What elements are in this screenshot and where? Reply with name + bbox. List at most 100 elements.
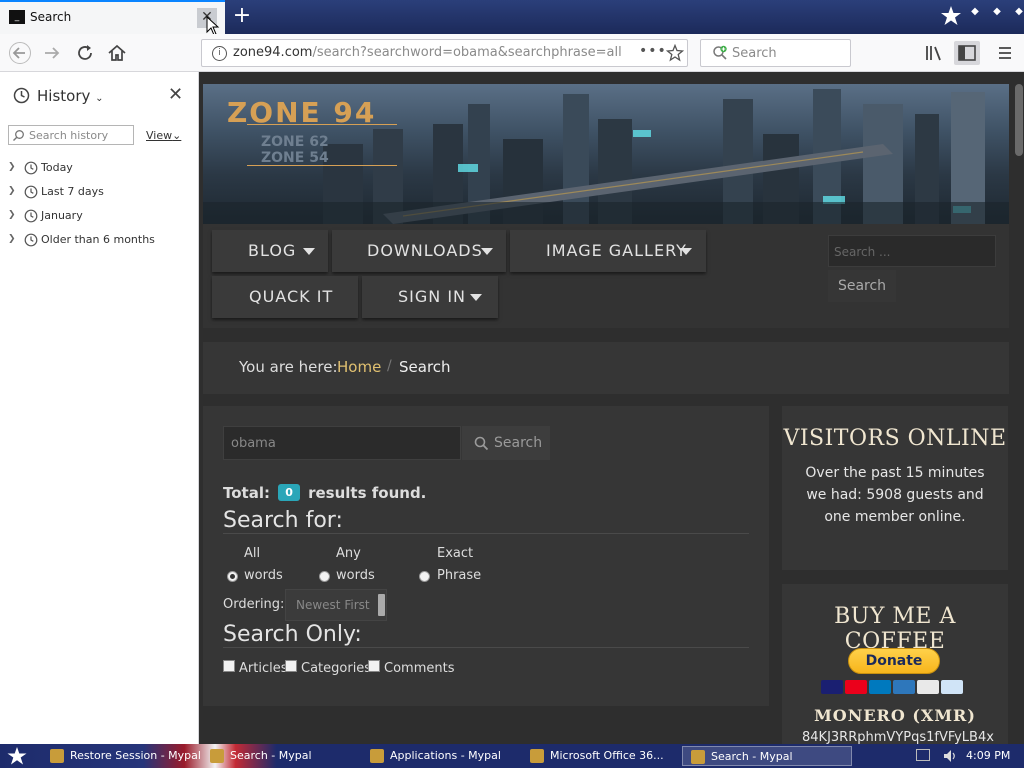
terminal-icon: _ [9,10,25,24]
start-star-icon[interactable] [6,746,28,766]
search-only-heading: Search Only: [223,622,362,647]
site-search-button[interactable]: Search [828,270,896,302]
library-icon[interactable] [924,44,944,62]
search-button[interactable]: Search [462,426,550,460]
search-history-input[interactable]: Search history [8,125,134,145]
ordering-select[interactable]: Newest First [285,589,387,621]
mypal-icon [370,749,384,763]
speaker-icon[interactable] [942,748,958,764]
hamburger-menu-icon[interactable] [996,44,1014,62]
sidebar-header[interactable]: History ⌄ ✕ [0,72,198,118]
close-window-icon[interactable]: ◆ [1012,5,1024,19]
caret-down-icon [680,248,692,255]
menu-item-sign-in[interactable]: SIGN IN [362,276,498,318]
minimize-icon[interactable]: ◆ [968,5,982,19]
history-group-today[interactable]: ❯ Today [8,158,188,178]
keyboard-icon[interactable] [916,749,930,761]
menu-item-quack-it[interactable]: QUACK IT [212,276,358,318]
breadcrumb-label: You are here: [239,358,338,376]
taskbar-clock[interactable]: 4:09 PM [966,749,1010,762]
browser-search-box[interactable]: Search [700,39,851,67]
bookmark-star-icon[interactable] [666,44,684,62]
mypal-icon [530,749,544,763]
checkbox[interactable] [223,660,235,672]
home-icon[interactable] [105,42,129,64]
chevron-right-icon[interactable]: ❯ [8,162,16,172]
search-button-label: Search [494,435,543,451]
tab-strip: _ Search ✕ + ◆ ◆ ◆ [0,0,1024,36]
back-arrow-icon[interactable] [8,42,32,64]
visitors-title: VISITORS ONLINE [783,426,1007,451]
sidebar-title[interactable]: History ⌄ [37,87,104,105]
radio-button[interactable] [419,571,430,582]
mouse-cursor-icon [206,16,220,36]
history-group-label: Today [41,161,73,174]
caret-down-icon [481,248,493,255]
breadcrumb-home-link[interactable]: Home [337,358,381,376]
logo-subtitle: ZONE 62 [261,134,329,150]
url-bar[interactable]: i zone94.com/search?searchword=obama&sea… [201,39,688,67]
select-handle[interactable] [378,594,385,616]
url-text[interactable]: zone94.com/search?searchword=obama&searc… [233,45,622,60]
page-actions-icon[interactable]: ••• [639,43,667,59]
divider [223,533,749,534]
visitors-text: Over the past 15 minutes we had: 5908 gu… [805,465,985,525]
radio-any-words[interactable]: Any words [319,546,399,586]
search-query-value: obama [231,436,276,451]
visa-icon [821,680,843,694]
donate-button[interactable]: Donate [848,648,940,674]
caret-down-icon [470,294,482,301]
chevron-right-icon[interactable]: ❯ [8,234,16,244]
monero-address[interactable]: 84KJ3RRphmVYPqs1fVFyLB4x [802,730,994,744]
checkbox-categories[interactable]: Categories [285,660,371,676]
coffee-title: BUY ME A COFFEE [834,604,956,654]
search-icon [713,45,727,60]
radio-button[interactable] [319,571,330,582]
taskbar-item[interactable]: Search - Mypal [210,746,360,766]
info-icon[interactable]: i [212,46,227,61]
tab-search[interactable]: _ Search ✕ [0,0,225,34]
site-logo[interactable]: ZONE 94 [227,96,376,129]
taskbar: Restore Session - Mypal Search - Mypal A… [0,744,1024,768]
mypal-icon [210,749,224,763]
checkbox-articles[interactable]: Articles [223,660,287,676]
radio-exact-phrase[interactable]: Exact Phrase [419,546,499,586]
history-group-last-7-days[interactable]: ❯ Last 7 days [8,182,188,202]
chevron-down-icon: ⌄ [95,93,104,104]
maximize-icon[interactable]: ◆ [990,5,1004,19]
window-controls: ◆ ◆ ◆ [968,5,1024,19]
sidebar-toggle-button[interactable] [954,41,980,65]
maestro-icon [869,680,891,694]
forward-arrow-icon[interactable] [40,42,64,64]
chevron-right-icon[interactable]: ❯ [8,210,16,220]
checkbox[interactable] [368,660,380,672]
new-tab-button[interactable]: + [231,4,253,28]
radio-button[interactable] [227,571,238,582]
site-banner[interactable]: ZONE 94 ZONE 62 ZONE 54 [203,84,1009,224]
site-search-input[interactable]: Search ... [828,235,996,267]
mastercard-icon [845,680,867,694]
menu-item-image-gallery[interactable]: IMAGE GALLERY [510,230,706,272]
scrollbar-thumb[interactable] [1015,84,1023,156]
taskbar-item[interactable]: Microsoft Office 36... [530,746,676,766]
close-icon[interactable]: ✕ [168,84,183,105]
search-query-input[interactable]: obama [223,426,461,460]
search-panel: obama Search Total: 0 results found. Sea… [203,406,769,706]
view-dropdown[interactable]: View⌄ [146,129,181,142]
page-scrollbar[interactable] [1012,72,1024,744]
caret-down-icon [303,248,315,255]
history-group-older[interactable]: ❯ Older than 6 months [8,230,188,250]
menu-item-downloads[interactable]: DOWNLOADS [332,230,506,272]
chevron-right-icon[interactable]: ❯ [8,186,16,196]
taskbar-item[interactable]: Restore Session - Mypal [50,746,201,766]
checkbox[interactable] [285,660,297,672]
history-group-january[interactable]: ❯ January [8,206,188,226]
checkbox-comments[interactable]: Comments [368,660,454,676]
reload-icon[interactable] [73,42,97,64]
radio-all-words[interactable]: All words [223,546,303,586]
menu-item-blog[interactable]: BLOG [212,230,328,272]
clock-icon [24,161,38,175]
taskbar-item[interactable]: Applications - Mypal [370,746,520,766]
taskbar-item-active[interactable]: Search - Mypal [682,746,852,766]
tab-title: Search [30,10,72,24]
